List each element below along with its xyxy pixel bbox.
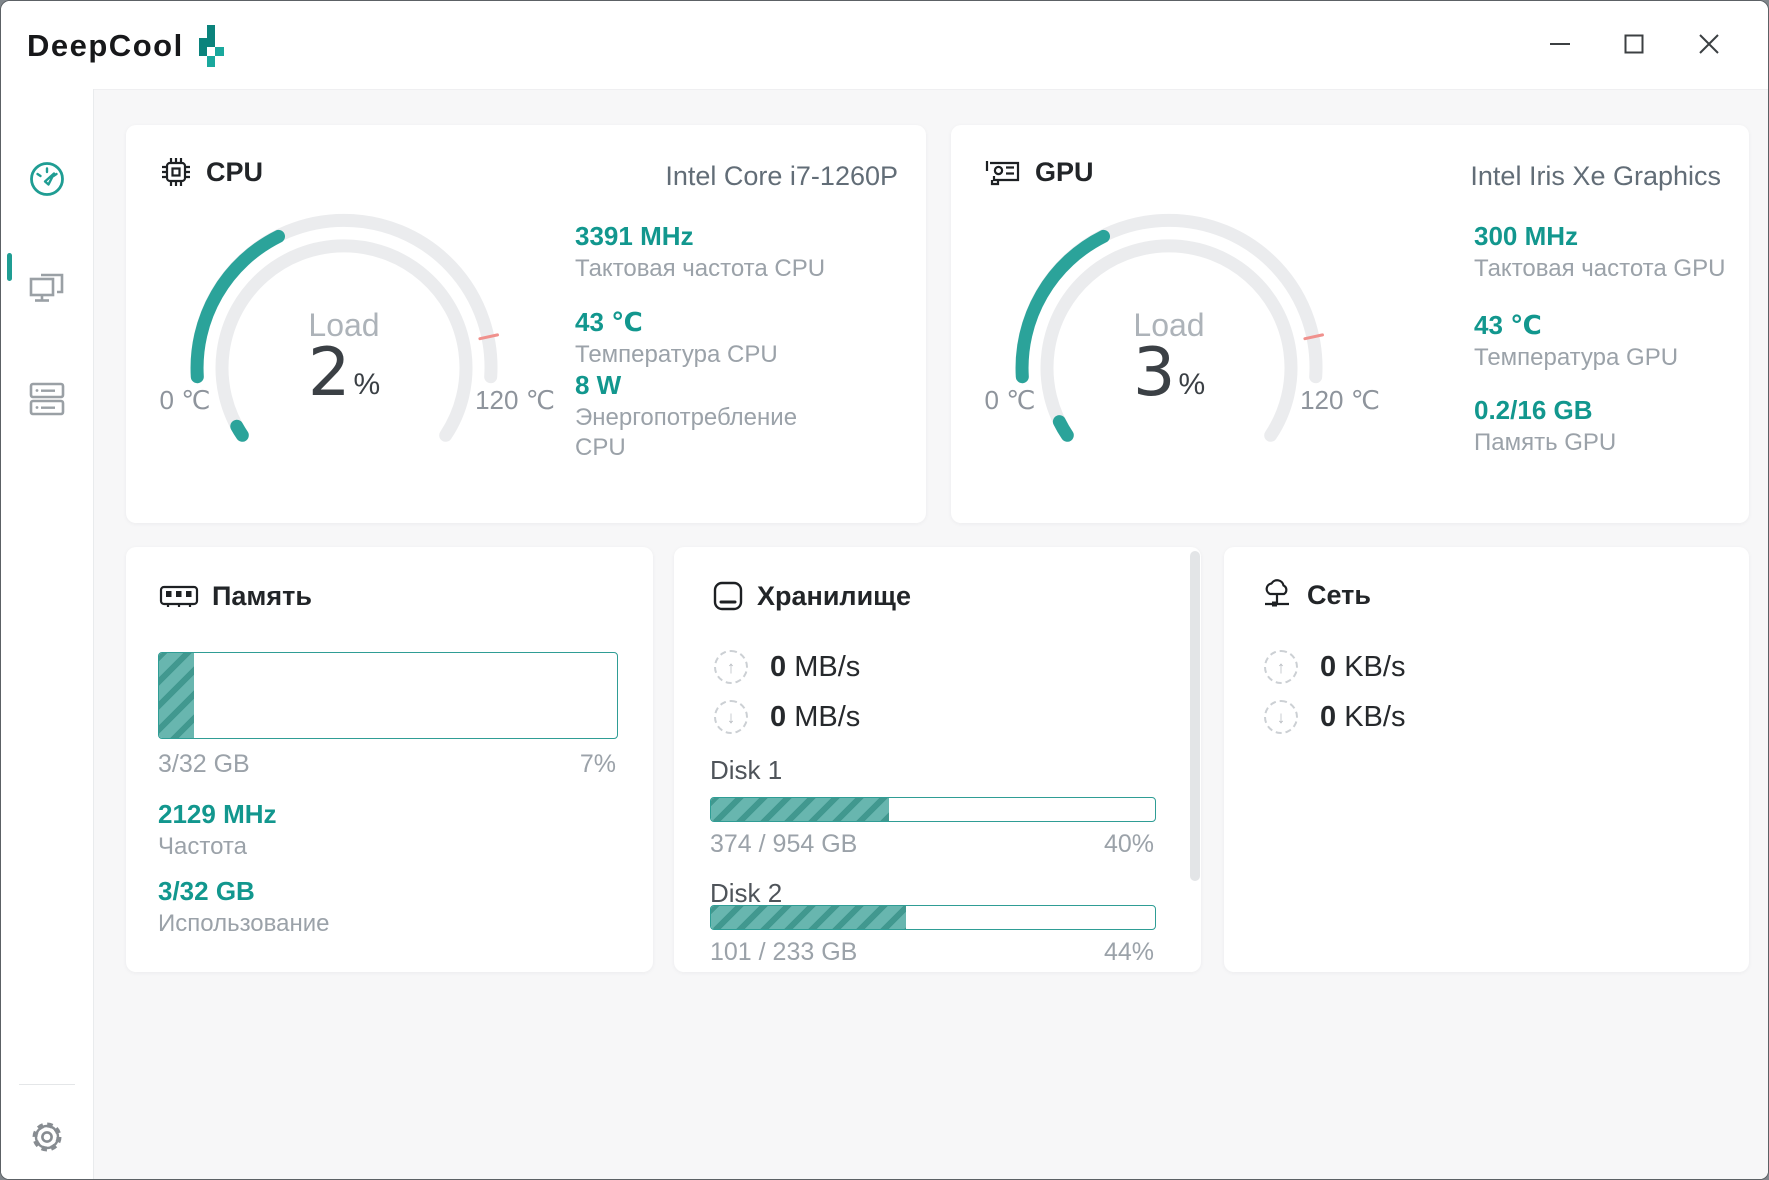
close-button[interactable] [1686, 21, 1732, 67]
disk2-percent-label: 44% [1103, 938, 1154, 966]
sidebar-item-displays[interactable] [1, 261, 93, 317]
network-cloud-icon [1260, 578, 1294, 612]
drive-icon [712, 580, 744, 612]
sidebar-item-devices[interactable] [1, 371, 93, 427]
memory-percent-label: 7% [579, 750, 616, 778]
dashboard-content: CPU Intel Core i7-1260P Load 2% 0 ℃ 120 … [94, 89, 1768, 1179]
cpu-gauge-max: 120 ℃ [475, 385, 555, 415]
disk1-usage-bar [710, 797, 1156, 822]
app-window: DeepCool CPU Intel Core i7-1260P Load 2 … [0, 0, 1769, 1180]
storage-write-row: ↑ 0 MB/s [714, 650, 860, 684]
gear-icon [27, 1117, 67, 1157]
gpu-clock-stat: 300 MHz Тактовая частота GPU [1474, 221, 1726, 282]
gpu-gauge-max: 120 ℃ [1300, 385, 1380, 415]
gpu-temp-stat: 43 ℃ Температура GPU [1474, 310, 1679, 371]
network-download-row: ↓ 0 KB/s [1264, 700, 1405, 734]
sidebar-divider [19, 1084, 75, 1085]
cpu-temp-stat: 43 ℃ Температура CPU [575, 307, 778, 368]
memory-frequency-stat: 2129 MHz Частота [158, 799, 277, 860]
arrow-up-icon: ↑ [1264, 650, 1298, 684]
cpu-load-value: 2% [307, 333, 381, 411]
arrow-down-icon: ↓ [1264, 700, 1298, 734]
sidebar-item-dashboard[interactable] [1, 151, 93, 207]
memory-usage-bar [158, 652, 618, 739]
cpu-gauge-min: 0 ℃ [159, 385, 211, 415]
monitor-icon [27, 270, 67, 308]
gpu-card: GPU Intel Iris Xe Graphics Load 3% 0 ℃ 1… [951, 125, 1749, 523]
arrow-down-icon: ↓ [714, 700, 748, 734]
network-upload-row: ↑ 0 KB/s [1264, 650, 1405, 684]
deepcool-plus-icon [194, 23, 226, 69]
disk1-used-label: 374 / 954 GB [710, 830, 858, 858]
memory-card-title: Память [212, 581, 312, 611]
network-card: Сеть ↑ 0 KB/s ↓ 0 KB/s [1224, 547, 1749, 972]
gpu-device-name: Intel Iris Xe Graphics [1470, 161, 1721, 191]
network-card-title: Сеть [1307, 579, 1371, 610]
memory-card: Память 3/32 GB 7% 2129 MHz Частота 3/32 … [126, 547, 653, 972]
disk2-usage-bar [710, 905, 1156, 930]
ram-icon [159, 584, 199, 610]
cpu-clock-stat: 3391 MHz Тактовая частота CPU [575, 221, 826, 282]
storage-scrollbar[interactable] [1190, 551, 1200, 881]
gpu-gauge-min: 0 ℃ [984, 385, 1036, 415]
cpu-device-name: Intel Core i7-1260P [665, 161, 898, 191]
sidebar [1, 89, 94, 1179]
gauge-icon [28, 160, 66, 198]
disk1-name: Disk 1 [710, 755, 783, 785]
memory-used-label: 3/32 GB [158, 750, 250, 778]
disk1-percent-label: 40% [1103, 830, 1154, 858]
disk2-used-label: 101 / 233 GB [710, 938, 858, 966]
gpu-memory-stat: 0.2/16 GB Память GPU [1474, 395, 1617, 456]
arrow-up-icon: ↑ [714, 650, 748, 684]
maximize-button[interactable] [1611, 21, 1657, 67]
server-stack-icon [27, 380, 67, 418]
cpu-card: CPU Intel Core i7-1260P Load 2% 0 ℃ 120 … [126, 125, 926, 523]
storage-read-row: ↓ 0 MB/s [714, 700, 860, 734]
storage-card-title: Хранилище [757, 580, 911, 611]
brand-logo: DeepCool [27, 23, 226, 69]
minimize-button[interactable] [1537, 21, 1583, 67]
gpu-load-value: 3% [1132, 333, 1206, 411]
title-bar: DeepCool [1, 1, 1768, 89]
cpu-power-stat: 8 W Энергопотребление CPU [575, 370, 798, 461]
brand-wordmark: DeepCool [27, 28, 184, 63]
storage-card: Хранилище ↑ 0 MB/s ↓ 0 MB/s Disk 1 374 /… [674, 547, 1201, 972]
sidebar-item-settings[interactable] [1, 1109, 93, 1165]
memory-usage-stat: 3/32 GB Использование [158, 876, 330, 937]
